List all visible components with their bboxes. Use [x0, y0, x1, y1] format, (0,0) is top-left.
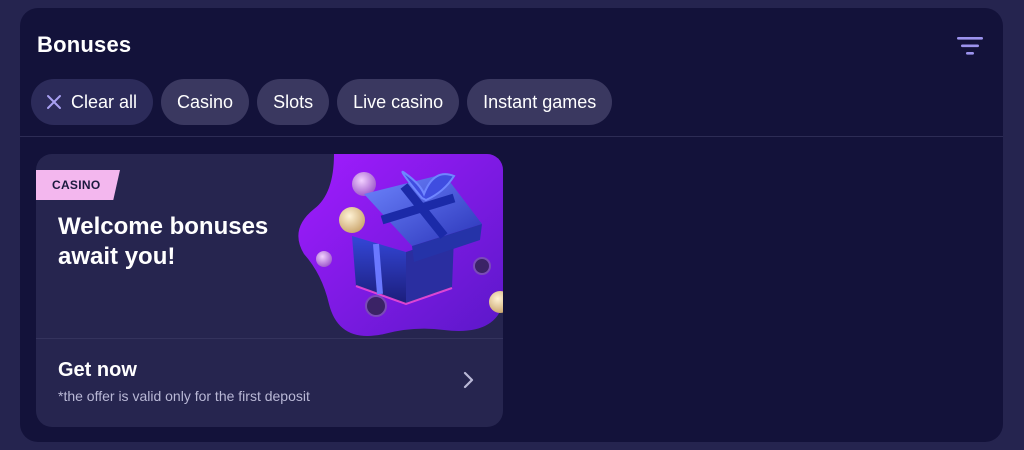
close-icon	[47, 95, 61, 109]
clear-all-chip[interactable]: Clear all	[31, 79, 154, 125]
chip-instant-games[interactable]: Instant games	[467, 79, 613, 125]
filter-chips: Clear all Casino Slots Live casino Insta…	[31, 79, 613, 125]
filter-button[interactable]	[957, 34, 985, 58]
category-badge: CASINO	[36, 170, 120, 200]
gift-box-illustration	[298, 154, 503, 336]
chip-live-casino[interactable]: Live casino	[337, 79, 460, 125]
bonus-card[interactable]: CASINO Welcome bonuses await you! Get no…	[36, 154, 503, 427]
chip-slots[interactable]: Slots	[257, 79, 330, 125]
chevron-right-icon[interactable]	[463, 371, 475, 389]
card-title: Welcome bonuses await you!	[58, 213, 269, 270]
card-divider	[36, 338, 503, 339]
clear-all-label: Clear all	[71, 91, 138, 112]
divider	[20, 136, 1003, 137]
filter-lines-icon	[957, 37, 983, 55]
page-title: Bonuses	[37, 32, 132, 57]
chip-casino[interactable]: Casino	[161, 79, 250, 125]
bonuses-panel: Bonuses Clear all Casino Slots Live casi…	[20, 8, 1003, 442]
get-now-link[interactable]: Get now	[58, 359, 137, 382]
offer-note: *the offer is valid only for the first d…	[58, 388, 310, 404]
